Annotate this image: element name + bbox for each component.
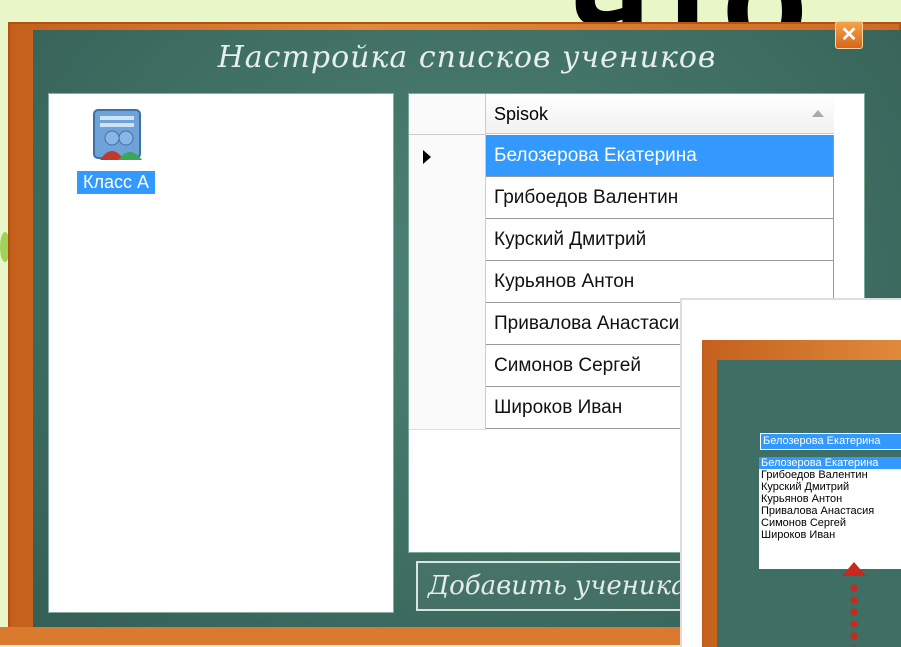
list-item[interactable]: Курьянов Антон <box>759 493 901 505</box>
row-header[interactable] <box>409 261 486 304</box>
list-item[interactable]: Широков Иван <box>759 529 901 541</box>
pointer-arrow-icon <box>842 562 866 576</box>
row-header[interactable] <box>409 219 486 262</box>
sort-ascending-icon <box>812 110 824 117</box>
current-row-pointer-icon <box>423 150 431 164</box>
inset-student-select[interactable]: Белозерова Екатерина <box>760 433 901 450</box>
row-header[interactable] <box>409 177 486 220</box>
table-row[interactable]: Курьянов Антон <box>409 261 835 304</box>
student-name-cell[interactable]: Курьянов Антон <box>486 261 834 303</box>
list-item[interactable]: Привалова Анастасия <box>759 505 901 517</box>
table-row[interactable]: Грибоедов Валентин <box>409 177 835 220</box>
window-frame-bottom <box>0 627 690 645</box>
list-item[interactable]: Курский Дмитрий <box>759 481 901 493</box>
list-item[interactable]: Симонов Сергей <box>759 517 901 529</box>
grid-header: Spisok <box>409 94 864 135</box>
table-row[interactable]: Белозерова Екатерина <box>409 135 835 178</box>
window-title: Настройка списков учеников <box>217 40 717 75</box>
users-group-icon[interactable] <box>90 108 150 163</box>
row-header[interactable] <box>409 345 486 388</box>
inset-student-dropdown-list[interactable]: Белозерова Екатерина Грибоедов Валентин … <box>759 457 901 569</box>
add-student-button[interactable]: Добавить ученика <box>416 561 706 611</box>
close-button[interactable]: ✕ <box>835 21 863 49</box>
table-row[interactable]: Курский Дмитрий <box>409 219 835 262</box>
student-name-cell[interactable]: Курский Дмитрий <box>486 219 834 261</box>
row-header[interactable] <box>409 303 486 346</box>
row-header[interactable] <box>409 135 486 178</box>
student-name-cell[interactable]: Грибоедов Валентин <box>486 177 834 219</box>
list-item[interactable]: Грибоедов Валентин <box>759 469 901 481</box>
row-header[interactable] <box>409 387 486 430</box>
list-item[interactable]: Белозерова Екатерина <box>759 457 901 469</box>
grid-corner <box>409 94 486 135</box>
class-item-label[interactable]: Класс А <box>77 171 156 194</box>
column-header-label: Spisok <box>494 104 549 124</box>
column-header-spisok[interactable]: Spisok <box>486 94 834 134</box>
student-name-cell[interactable]: Белозерова Екатерина <box>486 135 834 177</box>
dotted-arrow-trail <box>850 582 858 646</box>
inset-screenshot: Белозерова Екатерина Белозерова Екатерин… <box>680 298 901 647</box>
